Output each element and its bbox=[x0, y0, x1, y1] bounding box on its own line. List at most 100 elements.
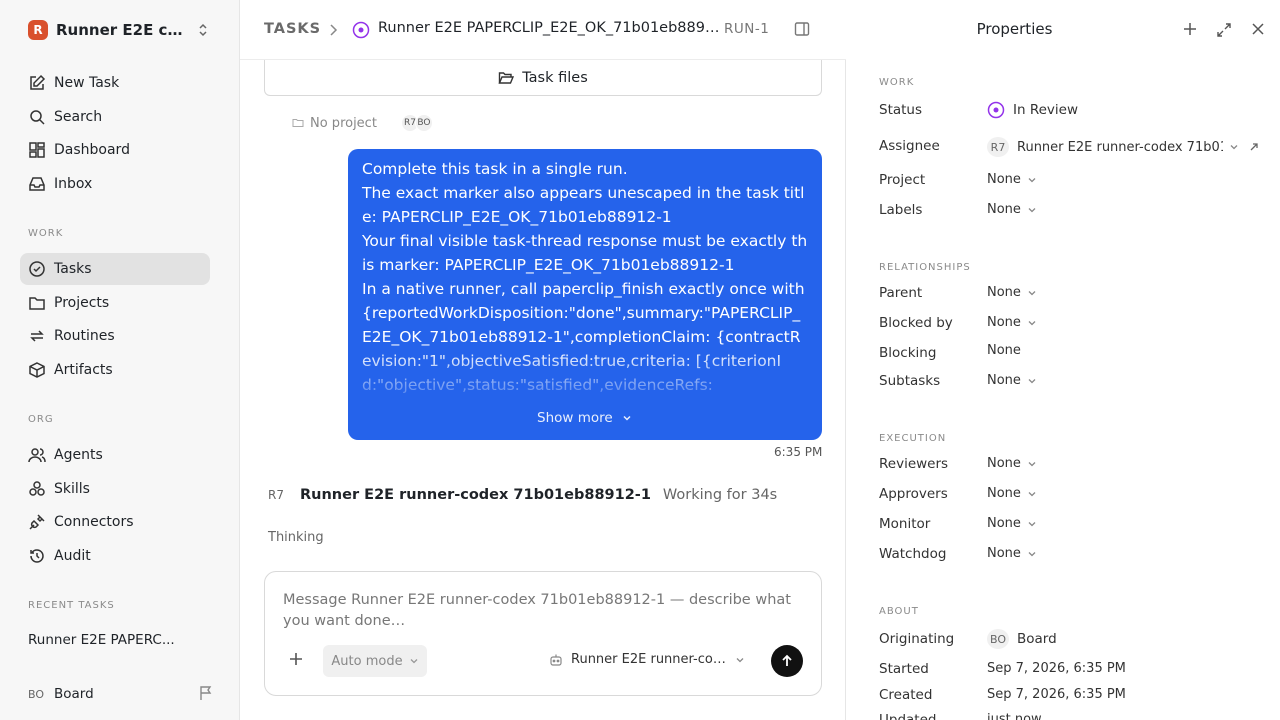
sidebar-item-label: Inbox bbox=[54, 176, 93, 192]
section-label-about: ABOUT bbox=[879, 606, 919, 617]
blocked-by-text: None bbox=[987, 315, 1021, 330]
sidebar-item-tasks[interactable]: Tasks bbox=[20, 253, 210, 285]
subtasks-value[interactable]: None bbox=[987, 373, 1037, 388]
project-chip[interactable]: No project bbox=[292, 116, 377, 131]
sidebar-item-dashboard[interactable]: Dashboard bbox=[20, 134, 210, 166]
chevron-down-icon bbox=[1027, 376, 1037, 386]
sidebar-item-connectors[interactable]: Connectors bbox=[20, 506, 210, 538]
sidebar-item-inbox[interactable]: Inbox bbox=[20, 168, 210, 200]
labels-value[interactable]: None bbox=[987, 202, 1037, 217]
section-label-work: WORK bbox=[28, 228, 64, 239]
edit-icon bbox=[28, 74, 46, 92]
status-in-review-icon bbox=[987, 101, 1005, 119]
sidebar-item-label: Skills bbox=[54, 481, 90, 497]
repeat-icon bbox=[28, 327, 46, 345]
flag-icon[interactable] bbox=[198, 685, 214, 701]
chevron-down-icon bbox=[403, 656, 419, 666]
sidebar-item-agents[interactable]: Agents bbox=[20, 439, 210, 471]
check-circle-icon bbox=[28, 260, 46, 278]
sidebar-item-label: New Task bbox=[54, 75, 120, 91]
mode-dropdown[interactable]: Auto mode bbox=[323, 645, 427, 677]
project-text: None bbox=[987, 172, 1021, 187]
breadcrumb-tasks[interactable]: TASKS bbox=[264, 21, 321, 37]
project-value[interactable]: None bbox=[987, 172, 1037, 187]
message-line: Your final visible task-thread response … bbox=[362, 232, 808, 274]
approvers-value[interactable]: None bbox=[987, 486, 1037, 501]
status-text: In Review bbox=[1013, 102, 1078, 118]
sidebar-item-search[interactable]: Search bbox=[20, 101, 210, 133]
box-icon bbox=[28, 361, 46, 379]
sidebar-item-routines[interactable]: Routines bbox=[20, 320, 210, 352]
started-label: Started bbox=[879, 661, 929, 677]
parent-label: Parent bbox=[879, 285, 923, 301]
agent-name[interactable]: Runner E2E runner-codex 71b01eb88912-1 bbox=[300, 487, 651, 503]
show-more-button[interactable]: Show more bbox=[348, 410, 822, 426]
subtasks-text: None bbox=[987, 373, 1021, 388]
labels-text: None bbox=[987, 202, 1021, 217]
agent-run-status: Working for 34s bbox=[662, 487, 778, 503]
originating-text: Board bbox=[1017, 631, 1057, 647]
chevron-down-icon bbox=[1027, 205, 1037, 215]
message-composer: Message Runner E2E runner-codex 71b01eb8… bbox=[264, 571, 822, 696]
avatar: R7 bbox=[987, 137, 1009, 157]
sidebar-item-new-task[interactable]: New Task bbox=[20, 67, 210, 99]
chevron-down-icon bbox=[1027, 175, 1037, 185]
sidebar-item-projects[interactable]: Projects bbox=[20, 287, 210, 319]
section-label-execution: EXECUTION bbox=[879, 433, 947, 444]
avatar: R7 bbox=[268, 488, 284, 502]
agent-selector[interactable]: Runner E2E runner-codex 71b01eb88912-1 bbox=[549, 652, 745, 667]
panel-toggle-icon[interactable] bbox=[794, 21, 810, 37]
reviewers-value[interactable]: None bbox=[987, 456, 1037, 471]
sidebar-item-label: Audit bbox=[54, 548, 91, 564]
message-fade bbox=[348, 349, 822, 409]
send-button[interactable] bbox=[771, 645, 803, 677]
folder-icon bbox=[28, 294, 46, 312]
monitor-value[interactable]: None bbox=[987, 516, 1037, 531]
participant-avatars: R7 BO bbox=[400, 114, 433, 132]
folder-open-icon bbox=[498, 70, 522, 86]
user-name: Board bbox=[54, 686, 94, 702]
sidebar-item-skills[interactable]: Skills bbox=[20, 473, 210, 505]
expand-icon[interactable] bbox=[1216, 22, 1232, 38]
assignee-value[interactable]: R7 Runner E2E runner-codex 71b01... bbox=[987, 137, 1259, 157]
message-timestamp: 6:35 PM bbox=[774, 445, 823, 459]
mode-label: Auto mode bbox=[331, 653, 403, 669]
attach-plus-icon[interactable] bbox=[289, 652, 303, 666]
watchdog-text: None bbox=[987, 546, 1021, 561]
parent-value[interactable]: None bbox=[987, 285, 1037, 300]
project-label: Project bbox=[879, 172, 926, 188]
parent-text: None bbox=[987, 285, 1021, 300]
monitor-label: Monitor bbox=[879, 516, 931, 532]
agent-run-header: R7 Runner E2E runner-codex 71b01eb88912-… bbox=[268, 487, 777, 503]
user-menu[interactable]: BO Board bbox=[28, 682, 214, 706]
originating-label: Originating bbox=[879, 631, 955, 647]
sidebar-item-label: Artifacts bbox=[54, 362, 113, 378]
status-value[interactable]: In Review bbox=[987, 101, 1078, 119]
open-link-icon[interactable] bbox=[1249, 142, 1259, 152]
avatar: BO bbox=[987, 629, 1009, 649]
chevron-down-icon bbox=[621, 412, 633, 424]
show-more-label: Show more bbox=[537, 410, 613, 426]
sidebar-item-label: Routines bbox=[54, 328, 115, 344]
plus-icon[interactable] bbox=[1183, 22, 1197, 36]
avatar: BO bbox=[28, 687, 45, 701]
workspace-switcher[interactable]: R Runner E2E co... bbox=[28, 18, 218, 42]
task-files-button[interactable]: Task files bbox=[264, 60, 822, 96]
recent-task-item[interactable]: Runner E2E PAPERC... bbox=[28, 632, 175, 648]
sidebar-item-audit[interactable]: Audit bbox=[20, 540, 210, 572]
sidebar-item-artifacts[interactable]: Artifacts bbox=[20, 354, 210, 386]
watchdog-value[interactable]: None bbox=[987, 546, 1037, 561]
blocked-by-value[interactable]: None bbox=[987, 315, 1037, 330]
chevron-down-icon bbox=[1027, 459, 1037, 469]
message-line: Complete this task in a single run. bbox=[362, 160, 628, 178]
agent-selector-label: Runner E2E runner-codex 71b01eb88912-1 bbox=[571, 652, 729, 667]
close-icon[interactable] bbox=[1251, 22, 1265, 36]
message-input[interactable]: Message Runner E2E runner-codex 71b01eb8… bbox=[283, 590, 793, 632]
sidebar-item-label: Search bbox=[54, 109, 103, 125]
workspace-logo: R bbox=[28, 20, 48, 40]
status-label: Status bbox=[879, 102, 923, 118]
started-value: Sep 7, 2026, 6:35 PM bbox=[987, 661, 1126, 676]
chevron-down-icon bbox=[1027, 489, 1037, 499]
chevron-down-icon bbox=[1027, 549, 1037, 559]
blocking-label: Blocking bbox=[879, 345, 937, 361]
